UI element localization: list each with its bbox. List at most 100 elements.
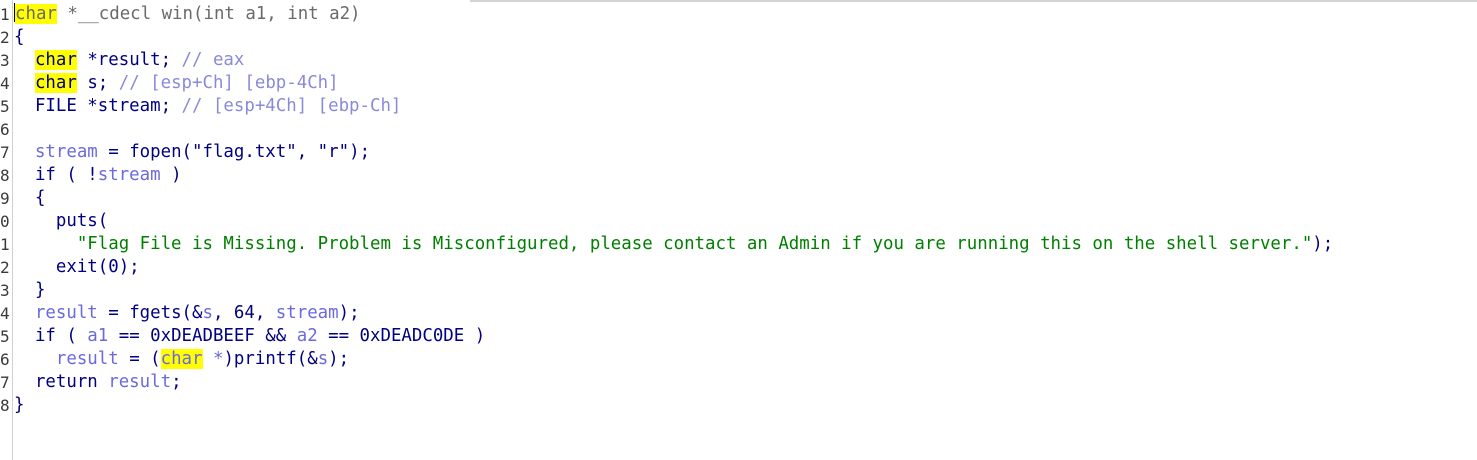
function-signature: *__cdecl win(int a1, int a2) <box>56 4 361 24</box>
code-content: puts( <box>14 210 108 233</box>
variable: s <box>317 349 329 369</box>
code-line[interactable]: 7 return result; <box>0 371 1477 394</box>
line-number: 7 <box>0 143 10 162</box>
code-line[interactable]: 1 "Flag File is Missing. Problem is Misc… <box>0 233 1477 256</box>
line-number: 3 <box>0 51 10 70</box>
code-content: result = fgets(&s, 64, stream); <box>14 302 360 325</box>
variable: result <box>108 372 172 392</box>
code-text: ; <box>171 372 182 392</box>
variable: stream <box>275 303 339 323</box>
code-content: return result; <box>14 371 182 394</box>
comment: // [esp+Ch] [ebp-4Ch] <box>118 73 339 93</box>
line-number: 6 <box>0 350 10 369</box>
line-number: 6 <box>0 120 10 139</box>
brace: } <box>14 395 25 415</box>
code-line[interactable]: 5 if ( a1 == 0xDEADBEEF && a2 == 0xDEADC… <box>0 325 1477 348</box>
line-number: 4 <box>0 74 10 93</box>
code-content: char *result; // eax <box>14 49 244 72</box>
code-text: == 0xDEADBEEF && <box>108 326 297 346</box>
code-text: *result; <box>76 50 182 70</box>
code-content: if ( !stream ) <box>14 164 182 187</box>
variable: result <box>55 349 119 369</box>
code-line[interactable]: 4 char s; // [esp+Ch] [ebp-4Ch] <box>0 72 1477 95</box>
code-content: stream = fopen("flag.txt", "r"); <box>14 141 370 164</box>
code-line[interactable]: 9 { <box>0 187 1477 210</box>
code-line[interactable]: 2 exit(0); <box>0 256 1477 279</box>
line-number: 7 <box>0 373 10 392</box>
code-line[interactable]: 6 <box>0 118 1477 141</box>
code-content: char *__cdecl win(int a1, int a2) <box>14 3 361 26</box>
line-number: 1 <box>0 235 10 254</box>
line-number: 2 <box>0 258 10 277</box>
code-text: ); <box>1312 234 1334 254</box>
code-content: exit(0); <box>14 256 140 279</box>
code-content: } <box>14 394 24 417</box>
code-text: = ( <box>118 349 161 369</box>
code-text: return <box>14 372 109 392</box>
code-line[interactable]: 3 char *result; // eax <box>0 49 1477 72</box>
code-text: if ( ! <box>14 165 98 185</box>
line-number: 5 <box>0 97 10 116</box>
line-number: 3 <box>0 281 10 300</box>
keyword-char: char <box>160 349 203 369</box>
code-line[interactable]: 8 if ( !stream ) <box>0 164 1477 187</box>
code-line[interactable]: 4 result = fgets(&s, 64, stream); <box>0 302 1477 325</box>
variable: result <box>34 303 98 323</box>
line-number: 5 <box>0 327 10 346</box>
top-divider <box>470 0 1477 2</box>
code-content: } <box>14 279 45 302</box>
comment: // eax <box>181 50 245 70</box>
string-literal: "Flag File is Missing. Problem is Miscon… <box>76 234 1313 254</box>
code-content: FILE *stream; // [esp+4Ch] [ebp-Ch] <box>14 95 401 118</box>
code-line[interactable]: 8} <box>0 394 1477 417</box>
code-text: s; <box>76 73 119 93</box>
code-text: , 64, <box>212 303 276 323</box>
keyword-char: char <box>34 73 77 93</box>
code-content: { <box>14 26 24 49</box>
code-text: = fopen( <box>97 142 193 162</box>
pseudocode-editor[interactable]: 1 char *__cdecl win(int a1, int a2) 2{3 ch… <box>0 3 1477 417</box>
line-number: 8 <box>0 166 10 185</box>
code-text: ); <box>338 303 360 323</box>
code-text: exit(0); <box>14 257 140 277</box>
line-number: 1 <box>0 5 10 24</box>
code-text: ) <box>160 165 182 185</box>
code-line[interactable]: 1 char *__cdecl win(int a1, int a2) <box>0 3 1477 26</box>
code-text: * <box>202 349 224 369</box>
comment: // [esp+4Ch] [ebp-Ch] <box>181 96 402 116</box>
code-content: if ( a1 == 0xDEADBEEF && a2 == 0xDEADC0D… <box>14 325 485 348</box>
line-number: 4 <box>0 304 10 323</box>
code-line[interactable]: 3 } <box>0 279 1477 302</box>
code-line[interactable]: 2{ <box>0 26 1477 49</box>
line-number: 9 <box>0 189 10 208</box>
code-text: == 0xDEADC0DE ) <box>317 326 486 346</box>
variable: stream <box>34 142 98 162</box>
code-text: FILE *stream; <box>14 96 182 116</box>
code-content: { <box>14 187 45 210</box>
variable: a1 <box>87 326 109 346</box>
brace: } <box>14 280 46 300</box>
variable: s <box>202 303 213 323</box>
code-content: result = (char *)printf(&s); <box>14 348 349 371</box>
code-line[interactable]: 6 result = (char *)printf(&s); <box>0 348 1477 371</box>
brace: { <box>14 188 46 208</box>
string: "flag.txt" <box>192 142 297 162</box>
code-line[interactable]: 7 stream = fopen("flag.txt", "r"); <box>0 141 1477 164</box>
code-text: )printf(& <box>223 349 318 369</box>
code-line[interactable]: 0 puts( <box>0 210 1477 233</box>
code-text: ); <box>328 349 350 369</box>
code-text: ); <box>349 142 371 162</box>
code-text: if ( <box>14 326 88 346</box>
code-line[interactable]: 5 FILE *stream; // [esp+4Ch] [ebp-Ch] <box>0 95 1477 118</box>
code-text: = fgets(& <box>97 303 203 323</box>
string: "r" <box>317 142 350 162</box>
variable: stream <box>97 165 161 185</box>
code-text: , <box>296 142 318 162</box>
code-text: puts( <box>14 211 109 231</box>
line-number: 2 <box>0 28 10 47</box>
